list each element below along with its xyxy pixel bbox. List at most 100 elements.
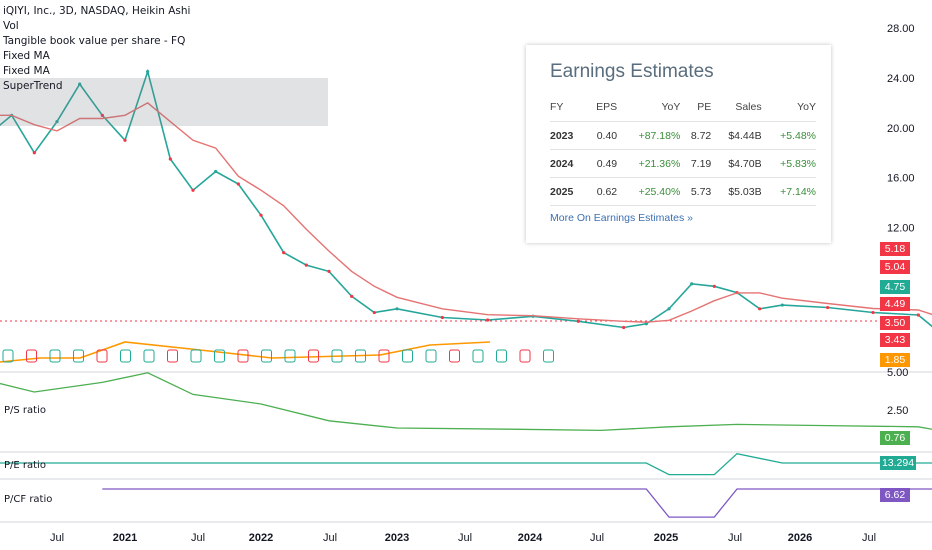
earnings-marker-icon xyxy=(143,349,155,363)
earnings-header: YoY xyxy=(761,101,816,122)
x-axis-tick: Jul xyxy=(191,532,205,544)
x-axis-tick: 2021 xyxy=(113,532,137,544)
earnings-title: Earnings Estimates xyxy=(550,61,714,82)
earnings-marker-icon xyxy=(543,349,554,363)
earnings-header-row: FY EPS YoY PE Sales YoY xyxy=(550,101,816,122)
price-point xyxy=(327,269,331,273)
chart-legend: iQIYI, Inc., 3D, NASDAQ, Heikin Ashi Vol… xyxy=(3,4,190,94)
price-point xyxy=(871,310,875,315)
earnings-row: 2024 0.49 +21.36% 7.19 $4.70B +5.83% xyxy=(550,149,816,178)
earnings-marker-icon xyxy=(472,349,484,363)
earnings-marker-icon xyxy=(378,349,390,363)
price-point xyxy=(372,310,376,315)
price-point xyxy=(712,284,716,288)
earnings-cell: 0.62 xyxy=(585,177,618,206)
x-axis-tick: Jul xyxy=(50,532,64,544)
price-point xyxy=(667,307,671,311)
earnings-marker-icon xyxy=(496,349,507,363)
ps-value-tag: 0.76 xyxy=(880,431,910,445)
earnings-marker-icon xyxy=(167,349,178,363)
x-axis-tick: Jul xyxy=(323,532,337,544)
price-point xyxy=(123,138,127,142)
legend-volume[interactable]: Vol xyxy=(3,19,190,34)
earnings-marker-icon xyxy=(261,349,272,363)
price-point xyxy=(32,151,36,155)
earnings-header: Sales xyxy=(711,101,762,122)
earnings-cell: 2023 xyxy=(550,121,586,150)
y-axis-tick: 16.00 xyxy=(887,173,915,185)
price-tag: 5.04 xyxy=(880,260,910,274)
more-earnings-link[interactable]: More On Earnings Estimates » xyxy=(550,212,693,224)
price-point xyxy=(486,318,490,322)
earnings-cell: +5.83% xyxy=(761,149,816,178)
earnings-row: 2023 0.40 +87.18% 8.72 $4.44B +5.48% xyxy=(550,121,816,150)
earnings-marker-icon xyxy=(402,349,413,363)
legend-title[interactable]: iQIYI, Inc., 3D, NASDAQ, Heikin Ashi xyxy=(3,4,190,19)
earnings-marker-icon xyxy=(73,349,84,363)
price-point xyxy=(236,182,240,186)
earnings-header: FY xyxy=(550,101,586,122)
y-axis-tick: 12.00 xyxy=(887,223,915,235)
price-point xyxy=(758,307,762,311)
price-point xyxy=(350,294,354,298)
pcf-value-tag: 6.62 xyxy=(880,488,910,502)
earnings-cell: $4.44B xyxy=(711,121,762,150)
price-point xyxy=(282,251,286,255)
x-axis-tick: 2025 xyxy=(654,532,678,544)
legend-tangible-book[interactable]: Tangible book value per share - FQ xyxy=(3,34,190,49)
price-point xyxy=(690,282,694,286)
x-axis-tick: 2023 xyxy=(385,532,409,544)
earnings-cell: 8.72 xyxy=(680,121,712,150)
earnings-cell: 0.40 xyxy=(585,121,618,150)
price-point xyxy=(214,169,218,174)
earnings-marker-icon xyxy=(26,349,37,363)
chart-stage[interactable]: 28.00 24.00 20.00 16.00 12.00 Jul 2021 Jul 2022 J… xyxy=(0,0,932,550)
earnings-marker-icon xyxy=(120,349,131,363)
earnings-cell: +5.48% xyxy=(761,121,816,150)
price-tag: 3.50 xyxy=(880,316,910,330)
earnings-cell: 7.19 xyxy=(680,149,712,178)
price-tag: 3.43 xyxy=(880,333,910,347)
price-point xyxy=(395,307,399,311)
price-tag: 4.75 xyxy=(880,280,910,294)
price-tag: 5.18 xyxy=(880,242,910,256)
earnings-cell: 0.49 xyxy=(585,149,618,178)
legend-fixed-ma-1[interactable]: Fixed MA xyxy=(3,49,190,64)
earnings-cell: +25.40% xyxy=(617,177,681,206)
earnings-cell: 2025 xyxy=(550,177,586,206)
price-point xyxy=(622,325,626,330)
earnings-marker-icon xyxy=(449,349,460,363)
ps-axis-tick: 2.50 xyxy=(887,405,908,417)
x-axis-tick: 2022 xyxy=(249,532,273,544)
price-tag: 1.85 xyxy=(880,353,910,367)
price-point xyxy=(304,263,308,267)
x-axis-tick: Jul xyxy=(590,532,604,544)
price-point xyxy=(780,303,784,307)
pe-ratio-line xyxy=(0,452,932,476)
earnings-marker-icon xyxy=(237,349,249,363)
earnings-cell: +21.36% xyxy=(617,149,681,178)
x-axis-tick: Jul xyxy=(458,532,472,544)
pe-value-tag: 13.294 xyxy=(880,456,916,470)
legend-fixed-ma-2[interactable]: Fixed MA xyxy=(3,64,190,79)
earnings-header: YoY xyxy=(617,101,681,122)
price-tag: 4.49 xyxy=(880,297,910,311)
earnings-table: FY EPS YoY PE Sales YoY 2023 0.40 +87.18… xyxy=(550,101,816,206)
earnings-cell: $4.70B xyxy=(711,149,762,178)
y-axis-tick: 28.00 xyxy=(887,23,915,35)
ps-ratio-label: P/S ratio xyxy=(4,405,46,416)
price-point xyxy=(826,305,830,310)
legend-supertrend[interactable]: SuperTrend xyxy=(3,79,190,94)
earnings-cell: 2024 xyxy=(550,149,586,178)
earnings-cell: $5.03B xyxy=(711,177,762,206)
earnings-marker-icon xyxy=(190,349,202,363)
earnings-cell: 5.73 xyxy=(680,177,712,206)
ps-ratio-line xyxy=(0,372,932,432)
earnings-estimates-card: Earnings Estimates FY EPS YoY PE Sales Y… xyxy=(526,45,831,243)
earnings-marker-icon xyxy=(425,349,437,363)
earnings-marker-icon xyxy=(284,349,296,363)
earnings-marker-icon xyxy=(49,349,61,363)
earnings-header: PE xyxy=(680,101,712,122)
x-axis-tick: 2026 xyxy=(788,532,812,544)
price-point xyxy=(168,157,172,161)
